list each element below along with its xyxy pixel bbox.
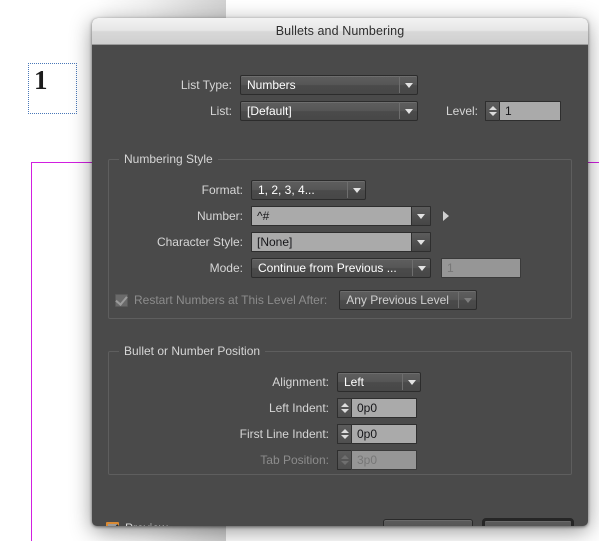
format-label: Format:: [201, 183, 243, 197]
first-line-indent-input[interactable]: 0p0: [351, 424, 417, 444]
list-row: List: [Default]: [132, 101, 418, 121]
restart-numbers-checkbox: [115, 292, 128, 307]
dialog-body: List Type: Numbers List: [Default] Level: [92, 45, 588, 526]
chevron-down-icon: [348, 187, 365, 193]
chevron-down-icon: [413, 265, 430, 271]
format-row: Format: 1, 2, 3, 4...: [129, 180, 366, 200]
left-indent-label: Left Indent:: [268, 401, 329, 415]
format-select[interactable]: 1, 2, 3, 4...: [251, 180, 366, 200]
stepper-down-icon: [488, 112, 497, 116]
chevron-down-icon: [459, 297, 476, 303]
character-style-row: Character Style: [None]: [129, 232, 431, 252]
stepper-down-icon: [340, 435, 349, 439]
character-style-label: Character Style:: [156, 235, 243, 249]
chevron-down-icon: [400, 108, 417, 114]
cancel-button[interactable]: Cancel: [383, 519, 473, 526]
tab-position-row: Tab Position: 3p0: [169, 450, 417, 470]
list-type-row: List Type: Numbers: [132, 75, 418, 95]
list-type-select[interactable]: Numbers: [240, 75, 418, 95]
alignment-select[interactable]: Left: [337, 372, 421, 392]
ok-button[interactable]: OK: [482, 518, 574, 526]
tab-position-label: Tab Position:: [260, 453, 329, 467]
alignment-row: Alignment: Left: [169, 372, 421, 392]
list-select[interactable]: [Default]: [240, 101, 418, 121]
restart-after-value: Any Previous Level: [346, 293, 449, 307]
restart-after-select: Any Previous Level: [339, 290, 478, 310]
list-type-value: Numbers: [247, 78, 296, 92]
level-input[interactable]: 1: [499, 101, 561, 121]
level-row: Level: 1: [436, 101, 561, 121]
number-row: Number: ^#: [129, 206, 449, 226]
mode-select[interactable]: Continue from Previous ...: [251, 258, 431, 278]
character-style-value[interactable]: [None]: [252, 233, 411, 251]
left-indent-input[interactable]: 0p0: [351, 398, 417, 418]
alignment-value: Left: [344, 375, 365, 389]
screen: 1 Bullets and Numbering List Type: Numbe…: [0, 0, 599, 541]
preview-row[interactable]: Preview: [106, 520, 168, 526]
bullets-and-numbering-dialog: Bullets and Numbering List Type: Numbers…: [92, 18, 588, 526]
character-style-combo[interactable]: [None]: [251, 232, 431, 252]
number-input[interactable]: ^#: [252, 207, 411, 225]
stepper-up-icon: [340, 455, 349, 459]
number-label: Number:: [196, 209, 243, 223]
mode-value: Continue from Previous ...: [258, 261, 397, 275]
chevron-down-icon: [403, 379, 420, 385]
restart-numbers-label: Restart Numbers at This Level After:: [134, 293, 328, 307]
mode-label: Mode:: [209, 261, 243, 275]
insert-special-character-icon[interactable]: [443, 211, 449, 221]
restart-numbers-row: Restart Numbers at This Level After: Any…: [115, 290, 478, 310]
numbering-style-group: Numbering Style Format: 1, 2, 3, 4... Nu…: [108, 152, 572, 319]
tab-position-input: 3p0: [351, 450, 417, 470]
stepper-up-icon: [340, 429, 349, 433]
first-line-indent-stepper[interactable]: [337, 424, 351, 444]
list-type-label: List Type:: [180, 78, 232, 92]
chevron-down-icon[interactable]: [411, 207, 430, 225]
left-indent-stepper[interactable]: [337, 398, 351, 418]
alignment-label: Alignment:: [272, 375, 329, 389]
preview-checkbox[interactable]: [106, 520, 119, 526]
first-line-indent-label: First Line Indent:: [239, 427, 329, 441]
list-value: [Default]: [247, 104, 292, 118]
stepper-down-icon: [340, 409, 349, 413]
tab-position-stepper: [337, 450, 351, 470]
chevron-down-icon: [400, 82, 417, 88]
margin-guide-vertical: [31, 162, 32, 541]
level-label: Level:: [445, 104, 478, 118]
list-number-glyph: 1: [34, 65, 48, 95]
dialog-title: Bullets and Numbering: [275, 24, 405, 38]
level-stepper[interactable]: [485, 101, 499, 121]
first-line-indent-row: First Line Indent: 0p0: [169, 424, 417, 444]
stepper-up-icon: [340, 403, 349, 407]
dialog-titlebar[interactable]: Bullets and Numbering: [92, 18, 588, 45]
bullet-position-title: Bullet or Number Position: [119, 344, 266, 358]
left-indent-row: Left Indent: 0p0: [169, 398, 417, 418]
mode-row: Mode: Continue from Previous ... 1: [129, 258, 521, 278]
numbering-style-title: Numbering Style: [119, 152, 218, 166]
format-value: 1, 2, 3, 4...: [258, 183, 315, 197]
list-label: List:: [209, 104, 232, 118]
stepper-up-icon: [488, 106, 497, 110]
bullet-position-group: Bullet or Number Position Alignment: Lef…: [108, 344, 572, 475]
mode-start-at-input: 1: [441, 258, 521, 278]
stepper-down-icon: [340, 461, 349, 465]
chevron-down-icon[interactable]: [411, 233, 430, 251]
number-combo[interactable]: ^#: [251, 206, 431, 226]
preview-label: Preview: [125, 521, 168, 526]
